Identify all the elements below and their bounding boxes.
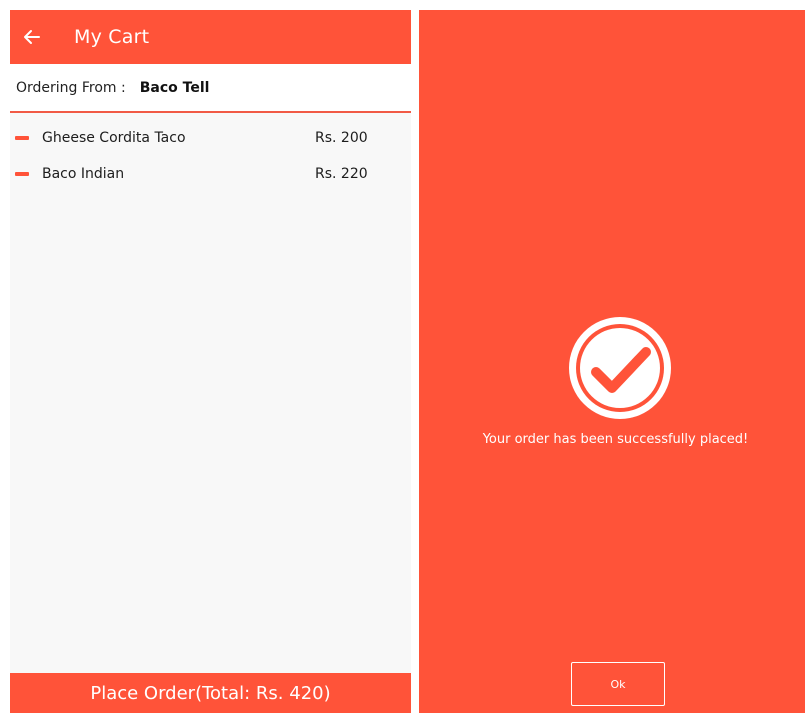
minus-icon[interactable] bbox=[15, 136, 29, 140]
item-price: Rs. 220 bbox=[315, 166, 368, 182]
cart-item: Baco Indian Rs. 220 bbox=[10, 156, 411, 192]
order-success-screen: Your order has been successfully placed!… bbox=[419, 10, 805, 713]
item-name: Gheese Cordita Taco bbox=[42, 130, 186, 146]
cart-screen: My Cart Ordering From : Baco Tell Gheese… bbox=[10, 10, 411, 713]
page-title: My Cart bbox=[74, 26, 150, 48]
check-circle-icon bbox=[566, 314, 674, 422]
ordering-from-label: Ordering From : bbox=[16, 79, 126, 96]
success-message: Your order has been successfully placed! bbox=[482, 432, 749, 447]
place-order-button[interactable]: Place Order(Total: Rs. 420) bbox=[10, 673, 411, 713]
cart-item-list: Gheese Cordita Taco Rs. 200 Baco Indian … bbox=[10, 120, 411, 192]
ok-button[interactable]: Ok bbox=[571, 662, 665, 706]
back-arrow-icon[interactable] bbox=[10, 10, 54, 64]
item-price: Rs. 200 bbox=[315, 130, 368, 146]
item-name: Baco Indian bbox=[42, 166, 125, 182]
app-bar: My Cart bbox=[10, 10, 411, 64]
restaurant-name: Baco Tell bbox=[139, 79, 210, 96]
cart-item: Gheese Cordita Taco Rs. 200 bbox=[10, 120, 411, 156]
ordering-from-row: Ordering From : Baco Tell bbox=[10, 64, 411, 113]
minus-icon[interactable] bbox=[15, 172, 29, 176]
